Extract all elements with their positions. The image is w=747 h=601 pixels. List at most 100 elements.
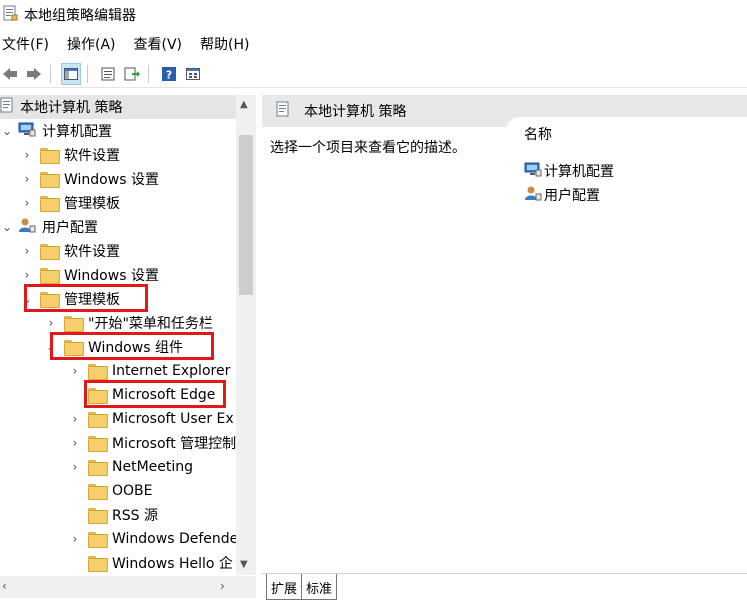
list-item-label: 用户配置 bbox=[544, 188, 600, 204]
tree-item-label: 软件设置 bbox=[64, 148, 120, 164]
folder-icon bbox=[88, 460, 108, 476]
tree-item-root[interactable]: 本地计算机 策略 bbox=[0, 95, 236, 119]
chevron-right-icon[interactable]: › bbox=[20, 268, 34, 282]
scroll-up-arrow-icon[interactable]: ▲ bbox=[240, 99, 248, 110]
tree-item-oobe[interactable]: OOBE bbox=[68, 479, 153, 503]
user-icon bbox=[18, 217, 36, 237]
tree-item-computer-config[interactable]: ⌄ 计算机配置 bbox=[0, 119, 112, 143]
folder-icon bbox=[88, 436, 108, 452]
details-pane: 本地计算机 策略 选择一个项目来查看它的描述。 名称 计算机配置 用户配置 扩展… bbox=[262, 95, 747, 601]
details-header-title: 本地计算机 策略 bbox=[304, 104, 407, 120]
tree-item-software-settings[interactable]: › 软件设置 bbox=[20, 239, 120, 263]
scrollbar-thumb[interactable] bbox=[239, 135, 253, 295]
description-text: 选择一个项目来查看它的描述。 bbox=[270, 140, 466, 156]
chevron-right-icon[interactable]: › bbox=[68, 412, 82, 426]
column-header-label: 名称 bbox=[524, 127, 552, 143]
user-icon bbox=[524, 185, 542, 205]
scroll-down-arrow-icon[interactable]: ▼ bbox=[240, 559, 248, 570]
column-header-name[interactable]: 名称 bbox=[506, 117, 747, 151]
tree-item-label: Windows 设置 bbox=[64, 172, 159, 188]
policy-document-icon bbox=[0, 97, 14, 117]
chevron-right-icon[interactable]: › bbox=[20, 196, 34, 210]
chevron-right-icon[interactable]: › bbox=[68, 436, 82, 450]
menu-action[interactable]: 操作(A) bbox=[65, 34, 118, 54]
chevron-right-icon[interactable]: › bbox=[20, 148, 34, 162]
help-icon[interactable]: ? bbox=[159, 63, 179, 85]
tree-item-label: Microsoft User Ex bbox=[112, 411, 234, 427]
list-item-label: 计算机配置 bbox=[544, 164, 614, 180]
back-arrow-icon[interactable] bbox=[0, 63, 20, 85]
tree-item-label: Windows Hello 企 bbox=[112, 556, 233, 572]
tree-item-microsoft-user-ex[interactable]: › Microsoft User Ex bbox=[68, 407, 234, 431]
tree-item-label: Windows Defende bbox=[112, 531, 239, 547]
tree-item-windows-hello[interactable]: Windows Hello 企 bbox=[68, 551, 233, 575]
highlight-microsoft-edge bbox=[84, 380, 226, 408]
folder-icon bbox=[40, 148, 60, 164]
folder-icon bbox=[40, 268, 60, 284]
chevron-right-icon[interactable]: › bbox=[68, 364, 82, 378]
toolbar-separator bbox=[148, 64, 149, 83]
scroll-left-arrow-icon[interactable]: ‹ bbox=[2, 579, 7, 593]
chevron-down-icon[interactable]: ⌄ bbox=[0, 220, 14, 234]
toolbar: ? bbox=[0, 60, 747, 88]
forward-arrow-icon[interactable] bbox=[24, 63, 44, 85]
folder-icon bbox=[88, 508, 108, 524]
list-item-user-config[interactable]: 用户配置 bbox=[524, 183, 600, 207]
tree-pane: 本地计算机 策略 ⌄ 计算机配置 › 软件设置 › Windows 设置 › 管… bbox=[0, 95, 256, 575]
tree-item-label: Windows 设置 bbox=[64, 268, 159, 284]
chevron-right-icon[interactable]: › bbox=[44, 316, 58, 330]
policy-editor-icon bbox=[2, 5, 18, 25]
tree-item-software-settings[interactable]: › 软件设置 bbox=[20, 143, 120, 167]
tree-item-label: 管理模板 bbox=[64, 196, 120, 212]
tree-item-label: OOBE bbox=[112, 483, 153, 499]
tree-item-admin-templates[interactable]: › 管理模板 bbox=[20, 191, 120, 215]
show-hide-tree-icon[interactable] bbox=[61, 62, 81, 85]
tab-extended[interactable]: 扩展 bbox=[266, 574, 303, 600]
properties-icon[interactable] bbox=[98, 63, 118, 85]
title-bar: 本地组策略编辑器 bbox=[0, 0, 747, 30]
view-tabs: 扩展 标准 bbox=[262, 573, 747, 601]
tree-horizontal-scrollbar[interactable]: ‹ › bbox=[0, 576, 256, 598]
tree-item-label: Microsoft 管理控制 bbox=[112, 436, 237, 452]
chevron-right-icon[interactable]: › bbox=[68, 460, 82, 474]
chevron-right-icon[interactable]: › bbox=[68, 532, 82, 546]
menu-file[interactable]: 文件(F) bbox=[0, 34, 51, 54]
tree-item-windows-settings[interactable]: › Windows 设置 bbox=[20, 167, 159, 191]
tree-item-label: 计算机配置 bbox=[42, 124, 112, 140]
folder-icon bbox=[40, 244, 60, 260]
tree-item-netmeeting[interactable]: › NetMeeting bbox=[68, 455, 193, 479]
svg-text:?: ? bbox=[166, 68, 172, 81]
computer-icon bbox=[18, 121, 36, 141]
highlight-admin-templates bbox=[24, 284, 148, 312]
tree-item-rss[interactable]: RSS 源 bbox=[68, 503, 158, 527]
tree-item-label: "开始"菜单和任务栏 bbox=[88, 316, 213, 332]
toolbar-separator bbox=[50, 64, 51, 83]
folder-icon bbox=[88, 364, 108, 380]
folder-icon bbox=[88, 556, 108, 572]
tree-item-label: NetMeeting bbox=[112, 459, 194, 475]
highlight-windows-components bbox=[50, 332, 214, 360]
menu-view[interactable]: 查看(V) bbox=[132, 34, 185, 54]
list-item-computer-config[interactable]: 计算机配置 bbox=[524, 159, 614, 183]
tree-item-microsoft-mgmt[interactable]: › Microsoft 管理控制 bbox=[68, 431, 236, 455]
chevron-right-icon[interactable]: › bbox=[20, 244, 34, 258]
policy-document-icon bbox=[276, 101, 290, 121]
export-list-icon[interactable] bbox=[122, 63, 142, 85]
toolbar-separator bbox=[87, 64, 88, 83]
tree-item-label: Internet Explorer bbox=[112, 363, 231, 379]
tree-item-label: 用户配置 bbox=[42, 220, 98, 236]
folder-icon bbox=[40, 196, 60, 212]
menu-help[interactable]: 帮助(H) bbox=[198, 34, 251, 54]
filter-view-icon[interactable] bbox=[183, 63, 203, 85]
tree-vertical-scrollbar[interactable]: ▲ ▼ bbox=[236, 95, 256, 575]
folder-icon bbox=[88, 412, 108, 428]
folder-icon bbox=[64, 316, 84, 332]
menu-bar: 文件(F) 操作(A) 查看(V) 帮助(H) bbox=[0, 32, 265, 56]
tab-standard[interactable]: 标准 bbox=[302, 574, 338, 600]
tree-item-label: RSS 源 bbox=[112, 508, 158, 524]
scroll-right-arrow-icon[interactable]: › bbox=[220, 579, 225, 593]
tree-item-windows-defender[interactable]: › Windows Defende bbox=[68, 527, 238, 551]
chevron-down-icon[interactable]: ⌄ bbox=[0, 124, 14, 138]
tree-item-user-config[interactable]: ⌄ 用户配置 bbox=[0, 215, 98, 239]
chevron-right-icon[interactable]: › bbox=[20, 172, 34, 186]
